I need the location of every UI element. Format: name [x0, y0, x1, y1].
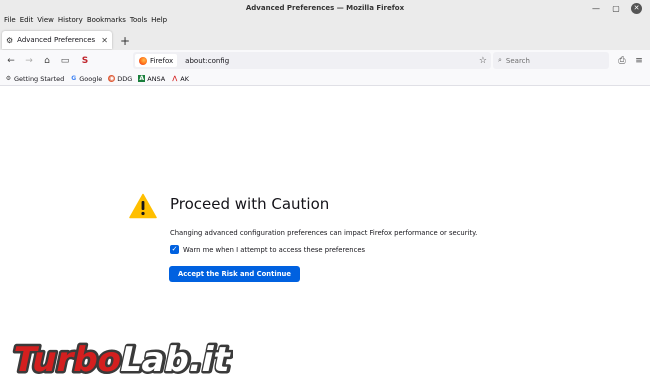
google-icon: G — [71, 75, 77, 82]
menu-tools[interactable]: Tools — [128, 16, 149, 24]
svg-text:Lab.it: Lab.it — [116, 340, 233, 380]
close-tab-icon[interactable]: ✕ — [101, 36, 108, 45]
url-bar[interactable]: Firefox about:config ☆ — [133, 52, 491, 69]
bookmark-label: Getting Started — [14, 74, 65, 83]
warn-checkbox[interactable]: ✓ — [170, 245, 179, 254]
extension-icon[interactable]: S — [78, 54, 92, 68]
maximize-icon[interactable]: ▢ — [611, 4, 621, 14]
menu-help[interactable]: Help — [149, 16, 169, 24]
firefox-icon — [139, 56, 147, 65]
minimize-icon[interactable]: — — [591, 4, 601, 14]
new-tab-button[interactable]: + — [120, 34, 130, 48]
menu-file[interactable]: File — [2, 16, 18, 24]
bookmark-label: DDG — [117, 74, 133, 83]
page-title: Proceed with Caution — [170, 195, 330, 213]
svg-text:Turbo: Turbo — [9, 340, 126, 380]
identity-box[interactable]: Firefox — [135, 54, 178, 67]
menu-view[interactable]: View — [35, 16, 56, 24]
bookmark-label: Google — [79, 74, 103, 83]
sidebar-icon[interactable]: ▭ — [58, 54, 72, 68]
ddg-icon: ◉ — [108, 75, 116, 82]
menu-bar: File Edit View History Bookmarks Tools H… — [2, 16, 169, 24]
bookmarks-bar: ⚙ Getting Started G Google ◉ DDG A ANSA … — [0, 72, 650, 86]
print-icon[interactable]: ⎙ — [615, 54, 629, 68]
bookmark-google[interactable]: G Google — [70, 75, 102, 83]
bookmark-ansa[interactable]: A ANSA — [138, 75, 165, 83]
tab-advanced-preferences[interactable]: ⚙ Advanced Preferences ✕ — [2, 31, 112, 49]
ak-icon: ⋀ — [172, 75, 178, 82]
warn-checkbox-label: Warn me when I attempt to access these p… — [183, 245, 366, 254]
menu-icon[interactable]: ≡ — [632, 54, 646, 68]
menu-bookmarks[interactable]: Bookmarks — [85, 16, 128, 24]
window-title: Advanced Preferences — Mozilla Firefox — [245, 4, 405, 12]
bookmark-ak[interactable]: ⋀ AK — [171, 75, 189, 83]
back-icon[interactable]: ← — [4, 54, 18, 68]
menu-history[interactable]: History — [56, 16, 85, 24]
warning-description: Changing advanced configuration preferen… — [170, 229, 478, 237]
bookmark-label: AK — [180, 74, 189, 83]
turbolab-watermark-logo: TurboLab.it Turbo Lab.it — [7, 338, 233, 383]
home-icon[interactable]: ⌂ — [40, 54, 54, 68]
close-window-icon[interactable]: ✕ — [631, 3, 642, 14]
search-bar[interactable]: ⌕ Search — [493, 52, 609, 69]
warn-checkbox-row[interactable]: ✓ Warn me when I attempt to access these… — [170, 245, 365, 254]
bookmark-getting-started[interactable]: ⚙ Getting Started — [5, 75, 64, 83]
window-controls: — ▢ ✕ — [591, 3, 642, 14]
gear-icon: ⚙ — [6, 35, 14, 45]
accept-risk-button[interactable]: Accept the Risk and Continue — [169, 266, 300, 282]
bookmark-label: ANSA — [147, 74, 166, 83]
search-icon: ⌕ — [498, 56, 502, 64]
search-placeholder: Search — [505, 56, 530, 65]
menu-edit[interactable]: Edit — [18, 16, 36, 24]
tab-strip: ⚙ Advanced Preferences ✕ — [0, 30, 650, 50]
warning-icon — [129, 193, 157, 219]
ansa-icon: A — [138, 75, 146, 82]
forward-icon[interactable]: → — [22, 54, 36, 68]
identity-label: Firefox — [150, 56, 174, 65]
title-bar: Advanced Preferences — Mozilla Firefox —… — [0, 0, 650, 30]
gear-icon: ⚙ — [5, 75, 12, 82]
bookmark-ddg[interactable]: ◉ DDG — [108, 75, 132, 83]
tab-label: Advanced Preferences — [17, 36, 96, 44]
url-text[interactable]: about:config — [185, 57, 479, 65]
bookmark-star-icon[interactable]: ☆ — [479, 56, 487, 66]
